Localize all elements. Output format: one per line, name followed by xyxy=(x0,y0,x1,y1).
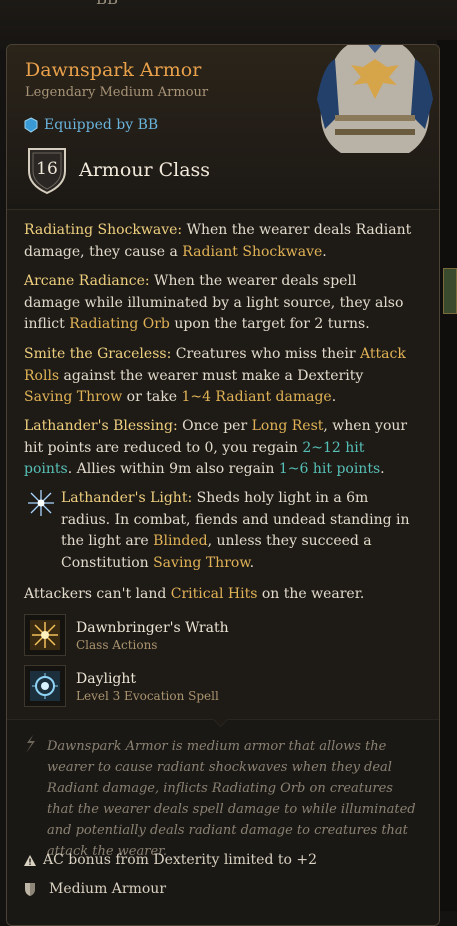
armour-class: 16 Armour Class xyxy=(25,145,210,195)
property-text: Creatures who miss their xyxy=(171,346,361,362)
property-text: . xyxy=(380,461,385,477)
property-radiating-shockwave: Radiating Shockwave: When the wearer dea… xyxy=(24,220,416,263)
property-title: Smite the Graceless: xyxy=(24,346,172,362)
ability-type: Class Actions xyxy=(76,638,158,652)
item-rarity: Legendary Medium Armour xyxy=(25,85,209,100)
starburst-icon xyxy=(28,490,54,516)
property-text: Once per xyxy=(177,418,252,434)
property-text: . xyxy=(322,243,327,260)
armour-class-label: Armour Class xyxy=(79,159,211,181)
armour-type: Medium Armour xyxy=(23,881,166,897)
tooltip-body: Radiating Shockwave: When the wearer dea… xyxy=(7,209,439,720)
property-title: Lathander's Blessing: xyxy=(24,418,178,434)
dex-limit-text: AC bonus from Dexterity limited to +2 xyxy=(43,852,318,868)
background-top: BB xyxy=(0,0,457,50)
property-text: . xyxy=(331,389,337,405)
background-inventory-slot xyxy=(443,268,457,314)
equipped-label: Equipped by BB xyxy=(44,117,159,133)
property-title: Lathander's Light: xyxy=(61,490,193,506)
keyword-link[interactable]: Saving Throw xyxy=(153,555,250,571)
ability-dawnbringers-wrath[interactable]: Dawnbringer's Wrath Class Actions xyxy=(24,614,229,656)
dex-limit-note: AC bonus from Dexterity limited to +2 xyxy=(23,852,317,868)
equipped-indicator: Equipped by BB xyxy=(24,117,158,133)
keyword-link[interactable]: Radiant Shockwave xyxy=(182,244,322,260)
item-tooltip: Dawnspark Armor Legendary Medium Armour … xyxy=(6,44,440,926)
keyword-link[interactable]: Critical Hits xyxy=(171,586,258,602)
property-title: Arcane Radiance: xyxy=(24,273,150,289)
heal-value[interactable]: 1~6 hit points xyxy=(279,461,380,477)
keyword-link[interactable]: Long Rest xyxy=(252,418,324,434)
keyword-link[interactable]: Blinded xyxy=(153,533,207,549)
flavor-text: Dawnspark Armor is medium armor that all… xyxy=(47,739,416,859)
ability-name: Dawnbringer's Wrath xyxy=(76,620,229,636)
ability-type: Level 3 Evocation Spell xyxy=(76,689,219,703)
background-right-strip xyxy=(437,40,457,911)
property-lathanders-blessing: Lathander's Blessing: Once per Long Rest… xyxy=(24,416,416,481)
property-lathanders-light: Lathander's Light: Sheds holy light in a… xyxy=(61,488,419,574)
warning-icon xyxy=(24,854,36,866)
daylight-icon xyxy=(24,665,66,707)
equipped-icon xyxy=(24,117,38,133)
property-text: or take xyxy=(122,389,182,405)
shield-icon xyxy=(25,882,35,896)
armour-class-shield-icon: 16 xyxy=(25,145,69,195)
property-text: upon the target for 2 turns. xyxy=(169,316,370,332)
property-text: . xyxy=(249,554,255,571)
sunburst-icon xyxy=(24,614,66,656)
keyword-link[interactable]: Radiating Orb xyxy=(69,316,170,332)
armour-class-value: 16 xyxy=(36,159,58,179)
property-text: Attackers can't land xyxy=(24,586,171,602)
property-attackers: Attackers can't land Critical Hits on th… xyxy=(24,584,416,606)
quill-icon xyxy=(26,735,35,753)
armor-image xyxy=(317,45,433,153)
property-text: on the wearer. xyxy=(257,586,365,602)
property-text: against the wearer must make a Dexterity xyxy=(59,367,364,384)
property-text: . Allies within 9m also regain xyxy=(67,461,279,477)
description-section: Dawnspark Armor is medium armor that all… xyxy=(7,711,439,925)
ability-name: Daylight xyxy=(76,671,137,687)
tooltip-header: Dawnspark Armor Legendary Medium Armour … xyxy=(7,45,439,205)
property-title: Radiating Shockwave: xyxy=(24,222,183,238)
keyword-link[interactable]: Saving Throw xyxy=(24,389,122,405)
background-text: BB xyxy=(96,0,118,8)
property-arcane-radiance: Arcane Radiance: When the wearer deals s… xyxy=(24,271,416,336)
item-name: Dawnspark Armor xyxy=(25,59,202,81)
property-smite-the-graceless: Smite the Graceless: Creatures who miss … xyxy=(24,344,416,409)
armour-type-text: Medium Armour xyxy=(49,881,167,897)
ability-daylight[interactable]: Daylight Level 3 Evocation Spell xyxy=(24,665,219,707)
keyword-link[interactable]: 1~4 Radiant damage xyxy=(181,389,331,405)
